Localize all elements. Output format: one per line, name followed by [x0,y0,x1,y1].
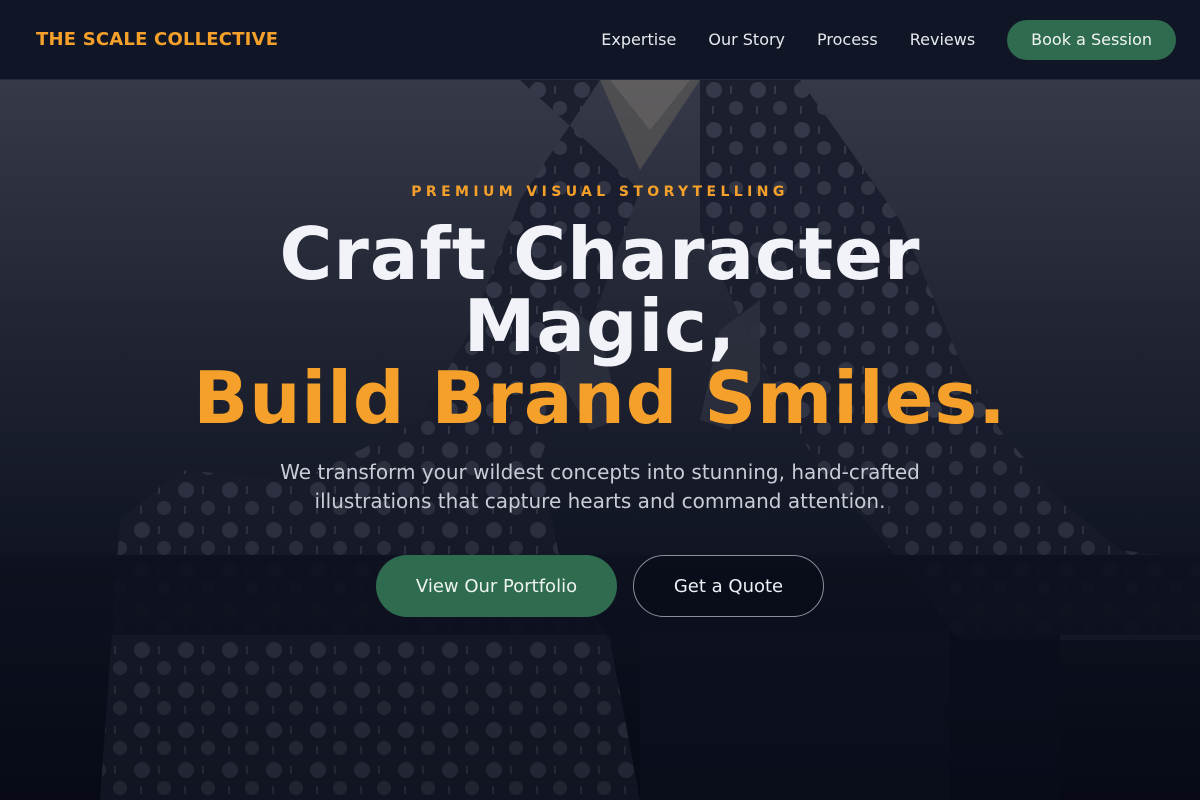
subtitle-line-1: We transform your wildest concepts into … [280,460,920,484]
brand-logo-text[interactable]: THE SCALE COLLECTIVE [36,29,278,50]
nav-link-reviews[interactable]: Reviews [910,30,975,49]
headline-line-1: Craft Character [279,212,921,296]
book-session-button[interactable]: Book a Session [1007,19,1176,60]
hero-eyebrow-text: PREMIUM VISUAL STORYTELLING [411,184,789,200]
headline-line-2: Magic, [463,284,737,368]
headline-accent-line: Build Brand Smiles. [193,356,1007,440]
hero-cta-row: View Our Portfolio Get a Quote [0,555,1200,617]
nav-link-process[interactable]: Process [817,30,878,49]
nav-links: Expertise Our Story Process Reviews Book… [569,19,1176,60]
hero-headline: Craft Character Magic, Build Brand Smile… [0,218,1200,434]
hero-subtitle: We transform your wildest concepts into … [270,458,930,516]
view-portfolio-button[interactable]: View Our Portfolio [376,555,617,617]
get-quote-button[interactable]: Get a Quote [633,555,824,617]
nav-link-expertise[interactable]: Expertise [601,30,676,49]
top-navigation-bar: THE SCALE COLLECTIVE Expertise Our Story… [0,0,1200,80]
hero-section: PREMIUM VISUAL STORYTELLING Craft Charac… [0,80,1200,800]
subtitle-line-2: illustrations that capture hearts and co… [314,489,886,513]
nav-link-our-story[interactable]: Our Story [708,30,785,49]
